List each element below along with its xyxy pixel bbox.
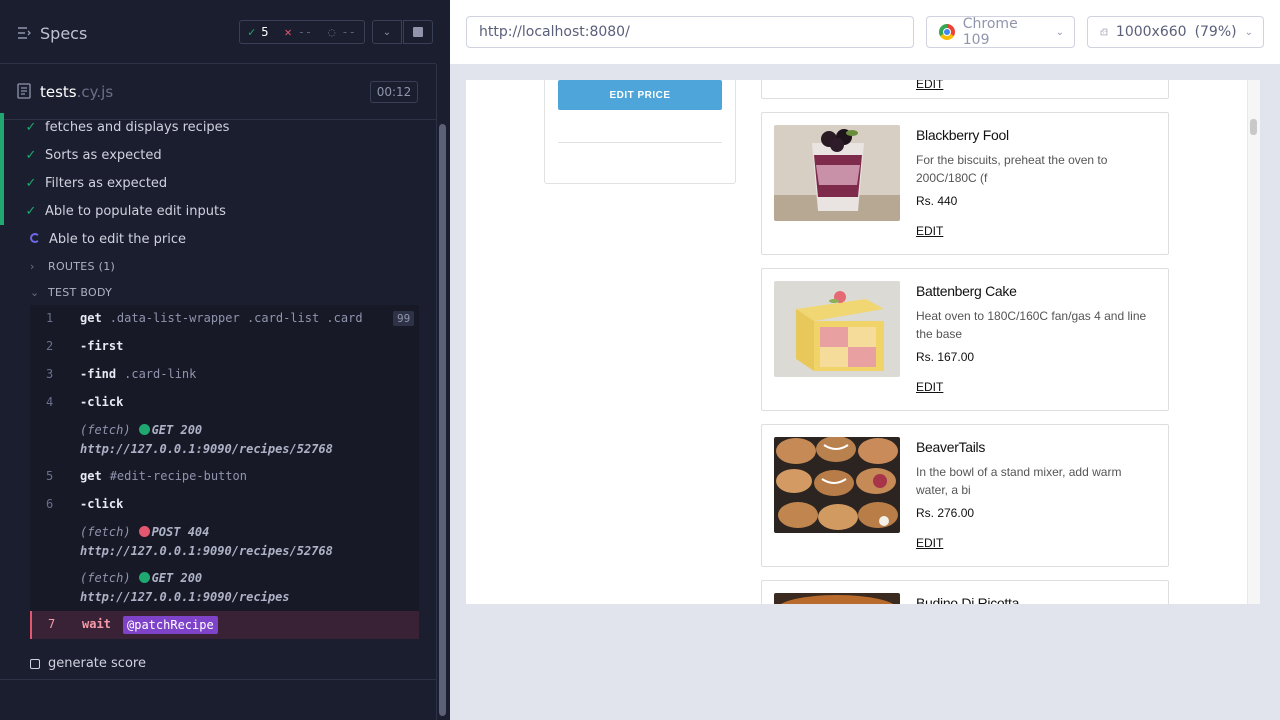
alias-badge: @patchRecipe	[123, 616, 218, 634]
chevron-down-icon: ⌄	[1055, 26, 1064, 38]
test-body-section-toggle[interactable]: ⌄ TEST BODY	[30, 281, 112, 303]
command-row[interactable]: 3 -find .card-link	[30, 361, 419, 389]
card-description: Heat oven to 180C/160C fan/gas 4 and lin…	[916, 309, 1147, 341]
command-row[interactable]: 5 get #edit-recipe-button	[30, 463, 419, 491]
test-item-pending[interactable]: generate score	[30, 656, 146, 671]
recipe-image	[774, 437, 900, 533]
card-title[interactable]: Budino Di Ricotta	[916, 595, 1019, 604]
stop-icon	[413, 27, 423, 37]
spinner-icon	[28, 232, 42, 247]
passed-count: ✓ 5	[248, 25, 269, 39]
check-icon: ✓	[25, 175, 37, 191]
chevron-down-icon: ⌄	[30, 285, 40, 299]
status-dot-icon	[138, 572, 150, 583]
command-row[interactable]: 1 get .data-list-wrapper .card-list .card…	[30, 305, 419, 333]
card-price: Rs. 276.00	[916, 506, 975, 520]
spec-duration: 00:12	[370, 81, 418, 103]
specs-toggle[interactable]: Specs	[16, 22, 116, 44]
spec-file-header: tests.cy.js 00:12	[0, 65, 436, 120]
chevron-right-icon: ›	[30, 259, 35, 273]
routes-section-toggle[interactable]: › ROUTES (1)	[30, 255, 115, 277]
pending-count: ◌ --	[328, 25, 356, 39]
card-description: In the bowl of a stand mixer, add warm w…	[916, 465, 1122, 497]
reporter-panel: Specs ✓ 5 ✕ -- ◌ -- ⌄ tests.cy.js 00:12 ✓ fe…	[0, 0, 450, 720]
card-edit-link[interactable]: EDIT	[916, 80, 943, 91]
spec-file-name[interactable]: tests.cy.js	[40, 83, 113, 101]
viewport-info[interactable]: 1000x660 (79%) ⌄	[1087, 16, 1264, 48]
chrome-icon	[939, 24, 955, 40]
recipe-card: Battenberg Cake Heat oven to 180C/160C f…	[761, 268, 1169, 411]
recipe-image	[774, 593, 900, 604]
ruler-icon	[1100, 28, 1108, 36]
fetch-log-row[interactable]: (fetch) GET 200 http://127.0.0.1:9090/reci…	[30, 419, 419, 461]
fetch-log-row[interactable]: (fetch) POST 404 http://127.0.0.1:9090/rec…	[30, 521, 419, 563]
options-dropdown-button[interactable]: ⌄	[372, 20, 402, 44]
document-icon	[17, 83, 31, 99]
stop-button[interactable]	[403, 20, 433, 44]
app-under-test: EDIT PRICE EDIT Blackberry Fool For the …	[466, 80, 1260, 604]
recipe-card: Budino Di Ricotta	[761, 580, 1169, 604]
recipe-card: Blackberry Fool For the biscuits, prehea…	[761, 112, 1169, 255]
check-icon: ✓	[248, 25, 256, 39]
check-icon: ✓	[25, 203, 37, 219]
specs-label: Specs	[40, 23, 88, 43]
pending-checkbox-icon	[30, 658, 40, 669]
fetch-log-row[interactable]: (fetch) GET 200 http://127.0.0.1:9090/reci…	[30, 567, 419, 609]
failed-count: ✕ --	[284, 25, 313, 39]
cross-icon: ✕	[284, 25, 292, 39]
reporter-scrollbar-thumb[interactable]	[439, 124, 446, 716]
command-row[interactable]: 2 -first	[30, 333, 419, 361]
card-edit-link[interactable]: EDIT	[916, 380, 943, 394]
specs-list-icon	[18, 27, 31, 39]
url-bar[interactable]: http://localhost:8080/	[466, 16, 914, 48]
card-price: Rs. 440	[916, 194, 958, 208]
card-title[interactable]: Battenberg Cake	[916, 283, 1017, 299]
check-icon: ✓	[25, 119, 37, 135]
edit-price-button[interactable]: EDIT PRICE	[558, 80, 722, 110]
aut-scrollbar[interactable]	[1247, 80, 1260, 604]
command-row[interactable]: 4 -click	[30, 389, 419, 417]
command-row-active[interactable]: 7 wait @patchRecipe	[30, 611, 419, 639]
test-item[interactable]: ✓ Filters as expected	[0, 169, 436, 197]
card-title[interactable]: BeaverTails	[916, 439, 985, 455]
recipe-card: EDIT	[761, 80, 1169, 99]
card-edit-link[interactable]: EDIT	[916, 536, 943, 550]
pending-icon: ◌	[328, 25, 336, 39]
aut-scrollbar-thumb[interactable]	[1250, 119, 1257, 135]
test-item-running[interactable]: Able to edit the price	[0, 225, 436, 253]
check-icon: ✓	[25, 147, 37, 163]
card-edit-link[interactable]: EDIT	[916, 224, 943, 238]
card-description: For the biscuits, preheat the oven to 20…	[916, 153, 1108, 185]
element-count-badge: 99	[393, 311, 415, 326]
command-log: 1 get .data-list-wrapper .card-list .card…	[30, 305, 419, 639]
card-title[interactable]: Blackberry Fool	[916, 127, 1009, 143]
reporter-header: Specs ✓ 5 ✕ -- ◌ -- ⌄	[0, 0, 436, 64]
divider	[0, 679, 436, 680]
divider	[558, 142, 722, 143]
card-price: Rs. 167.00	[916, 350, 975, 364]
recipe-image	[774, 125, 900, 221]
status-dot-icon	[138, 526, 150, 537]
status-dot-icon	[138, 424, 150, 435]
chevron-down-icon: ⌄	[382, 26, 392, 38]
chevron-down-icon: ⌄	[1244, 26, 1253, 38]
test-item[interactable]: ✓ Able to populate edit inputs	[0, 197, 436, 225]
test-stats: ✓ 5 ✕ -- ◌ --	[239, 20, 365, 44]
recipe-card: BeaverTails In the bowl of a stand mixer…	[761, 424, 1169, 567]
aut-header: http://localhost:8080/ Chrome 109 ⌄ 1000…	[450, 0, 1280, 64]
recipe-image	[774, 281, 900, 377]
test-item[interactable]: ✓ fetches and displays recipes	[0, 113, 436, 141]
browser-selector[interactable]: Chrome 109 ⌄	[926, 16, 1075, 48]
command-row[interactable]: 6 -click	[30, 491, 419, 519]
test-item[interactable]: ✓ Sorts as expected	[0, 141, 436, 169]
